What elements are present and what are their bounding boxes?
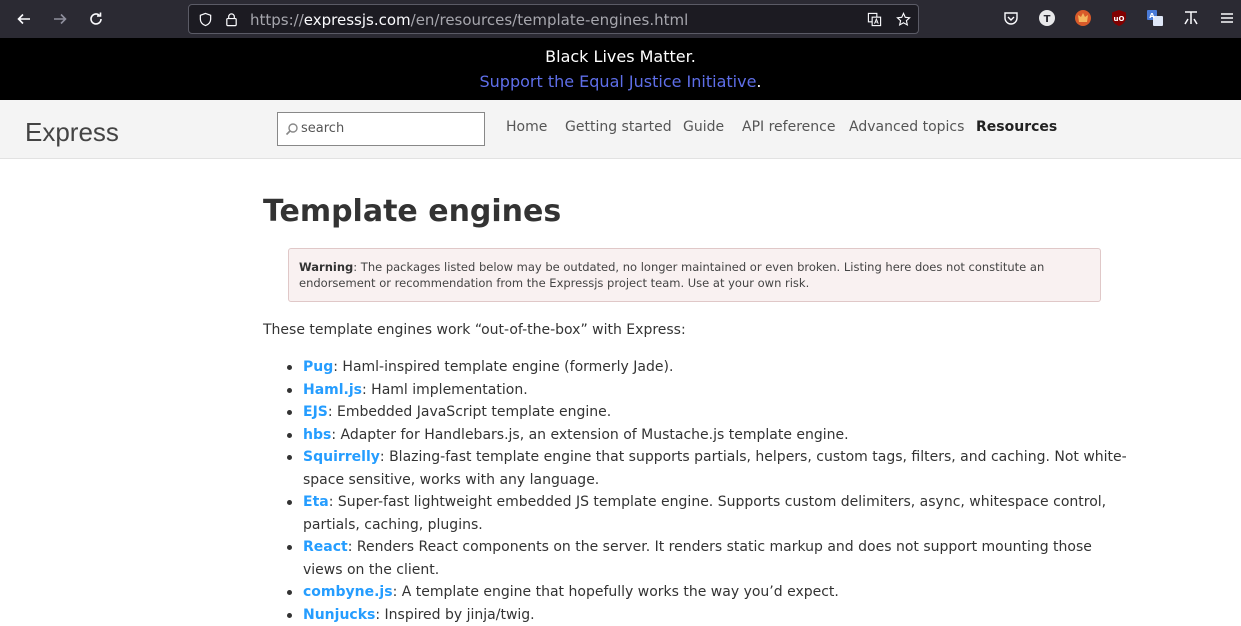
url-bar[interactable]: https://expressjs.com/en/resources/templ… <box>188 4 919 34</box>
engine-description: : Haml-inspired template engine (formerl… <box>333 359 674 375</box>
lock-icon[interactable] <box>223 11 239 27</box>
intro-text: These template engines work “out-of-the-… <box>263 322 686 338</box>
page-content: Template engines Warning: The packages l… <box>0 160 1241 626</box>
warning-label: Warning <box>299 260 354 274</box>
menu-hamburger-icon[interactable] <box>1218 9 1236 27</box>
nav-getting-started[interactable]: Getting started <box>565 119 672 135</box>
banner-headline: Black Lives Matter. <box>545 47 696 66</box>
translate-extension-icon[interactable]: A <box>1146 9 1164 27</box>
search-box[interactable] <box>277 112 485 146</box>
back-arrow-icon <box>17 13 30 25</box>
list-item: hbs: Adapter for Handlebars.js, an exten… <box>283 424 1133 447</box>
ublock-icon[interactable]: uO <box>1110 9 1128 27</box>
reload-icon <box>90 12 102 25</box>
search-icon <box>285 123 298 136</box>
search-input[interactable] <box>301 121 476 136</box>
engine-link[interactable]: Nunjucks <box>303 607 375 623</box>
engine-link[interactable]: combyne.js <box>303 584 393 600</box>
engine-link[interactable]: EJS <box>303 404 328 420</box>
engine-link[interactable]: Haml.js <box>303 382 362 398</box>
engine-description: : Super-fast lightweight embedded JS tem… <box>303 494 1107 533</box>
warning-box: Warning: The packages listed below may b… <box>288 248 1101 302</box>
list-item: EJS: Embedded JavaScript template engine… <box>283 401 1133 424</box>
url-scheme: https:// <box>250 11 304 29</box>
banner-link-suffix: . <box>756 72 762 91</box>
extension-fox-icon[interactable] <box>1074 9 1092 27</box>
site-header: Express Home Getting started Guide API r… <box>0 100 1241 159</box>
list-item: Haml.js: Haml implementation. <box>283 379 1133 402</box>
url-host: expressjs.com <box>303 11 411 29</box>
nav-api-reference[interactable]: API reference <box>742 119 835 135</box>
shield-icon[interactable] <box>197 11 213 27</box>
engine-description: : Renders React components on the server… <box>303 539 1092 578</box>
engine-link[interactable]: hbs <box>303 427 331 443</box>
engine-description: : Inspired by jinja/twig. <box>375 606 535 623</box>
banner-link-line: Support the Equal Justice Initiative. <box>0 72 1241 91</box>
engine-link[interactable]: Eta <box>303 494 329 510</box>
engine-description: : A template engine that hopefully works… <box>392 584 839 600</box>
account-avatar-icon[interactable]: T <box>1038 9 1056 27</box>
list-item: combyne.js: A template engine that hopef… <box>283 581 1133 604</box>
url-path: /en/resources/template-engines.html <box>410 11 689 29</box>
nav-resources[interactable]: Resources <box>976 119 1057 135</box>
engine-description: : Embedded JavaScript template engine. <box>327 404 612 420</box>
banner-link[interactable]: Support the Equal Justice Initiative <box>479 72 756 91</box>
engine-description: : Adapter for Handlebars.js, an extensio… <box>331 426 849 443</box>
translate-icon[interactable] <box>866 11 882 27</box>
engine-description: : Haml implementation. <box>362 381 528 398</box>
list-item: Nunjucks: Inspired by jinja/twig. <box>283 604 1133 626</box>
reload-button[interactable] <box>84 7 108 31</box>
svg-text:uO: uO <box>1114 15 1125 23</box>
engine-link[interactable]: Pug <box>303 359 333 375</box>
nav-advanced-topics[interactable]: Advanced topics <box>849 119 964 135</box>
site-logo[interactable]: Express <box>25 117 119 148</box>
forward-button[interactable] <box>48 7 72 31</box>
svg-text:A: A <box>1149 12 1155 20</box>
nav-home[interactable]: Home <box>506 119 547 135</box>
page-title: Template engines <box>263 194 562 229</box>
engine-link[interactable]: Squirrelly <box>303 449 380 465</box>
browser-toolbar: https://expressjs.com/en/resources/templ… <box>0 0 1241 38</box>
engine-description: : Blazing-fast template engine that supp… <box>303 449 1127 488</box>
svg-text:T: T <box>1044 14 1051 25</box>
nav-guide[interactable]: Guide <box>683 119 724 135</box>
back-button[interactable] <box>12 7 36 31</box>
forward-arrow-icon <box>54 13 67 25</box>
list-item: Eta: Super-fast lightweight embedded JS … <box>283 491 1133 536</box>
bookmark-star-icon[interactable] <box>895 11 911 27</box>
pocket-icon[interactable] <box>1002 9 1020 27</box>
announcement-banner: Black Lives Matter. Support the Equal Ju… <box>0 38 1241 100</box>
engine-list: Pug: Haml-inspired template engine (form… <box>283 356 1133 626</box>
devtools-extension-icon[interactable] <box>1182 9 1200 27</box>
warning-text: : The packages listed below may be outda… <box>299 260 1045 290</box>
engine-link[interactable]: React <box>303 539 348 555</box>
list-item: Squirrelly: Blazing-fast template engine… <box>283 446 1133 491</box>
url-text[interactable]: https://expressjs.com/en/resources/templ… <box>250 11 688 29</box>
list-item: React: Renders React components on the s… <box>283 536 1133 581</box>
list-item: Pug: Haml-inspired template engine (form… <box>283 356 1133 379</box>
